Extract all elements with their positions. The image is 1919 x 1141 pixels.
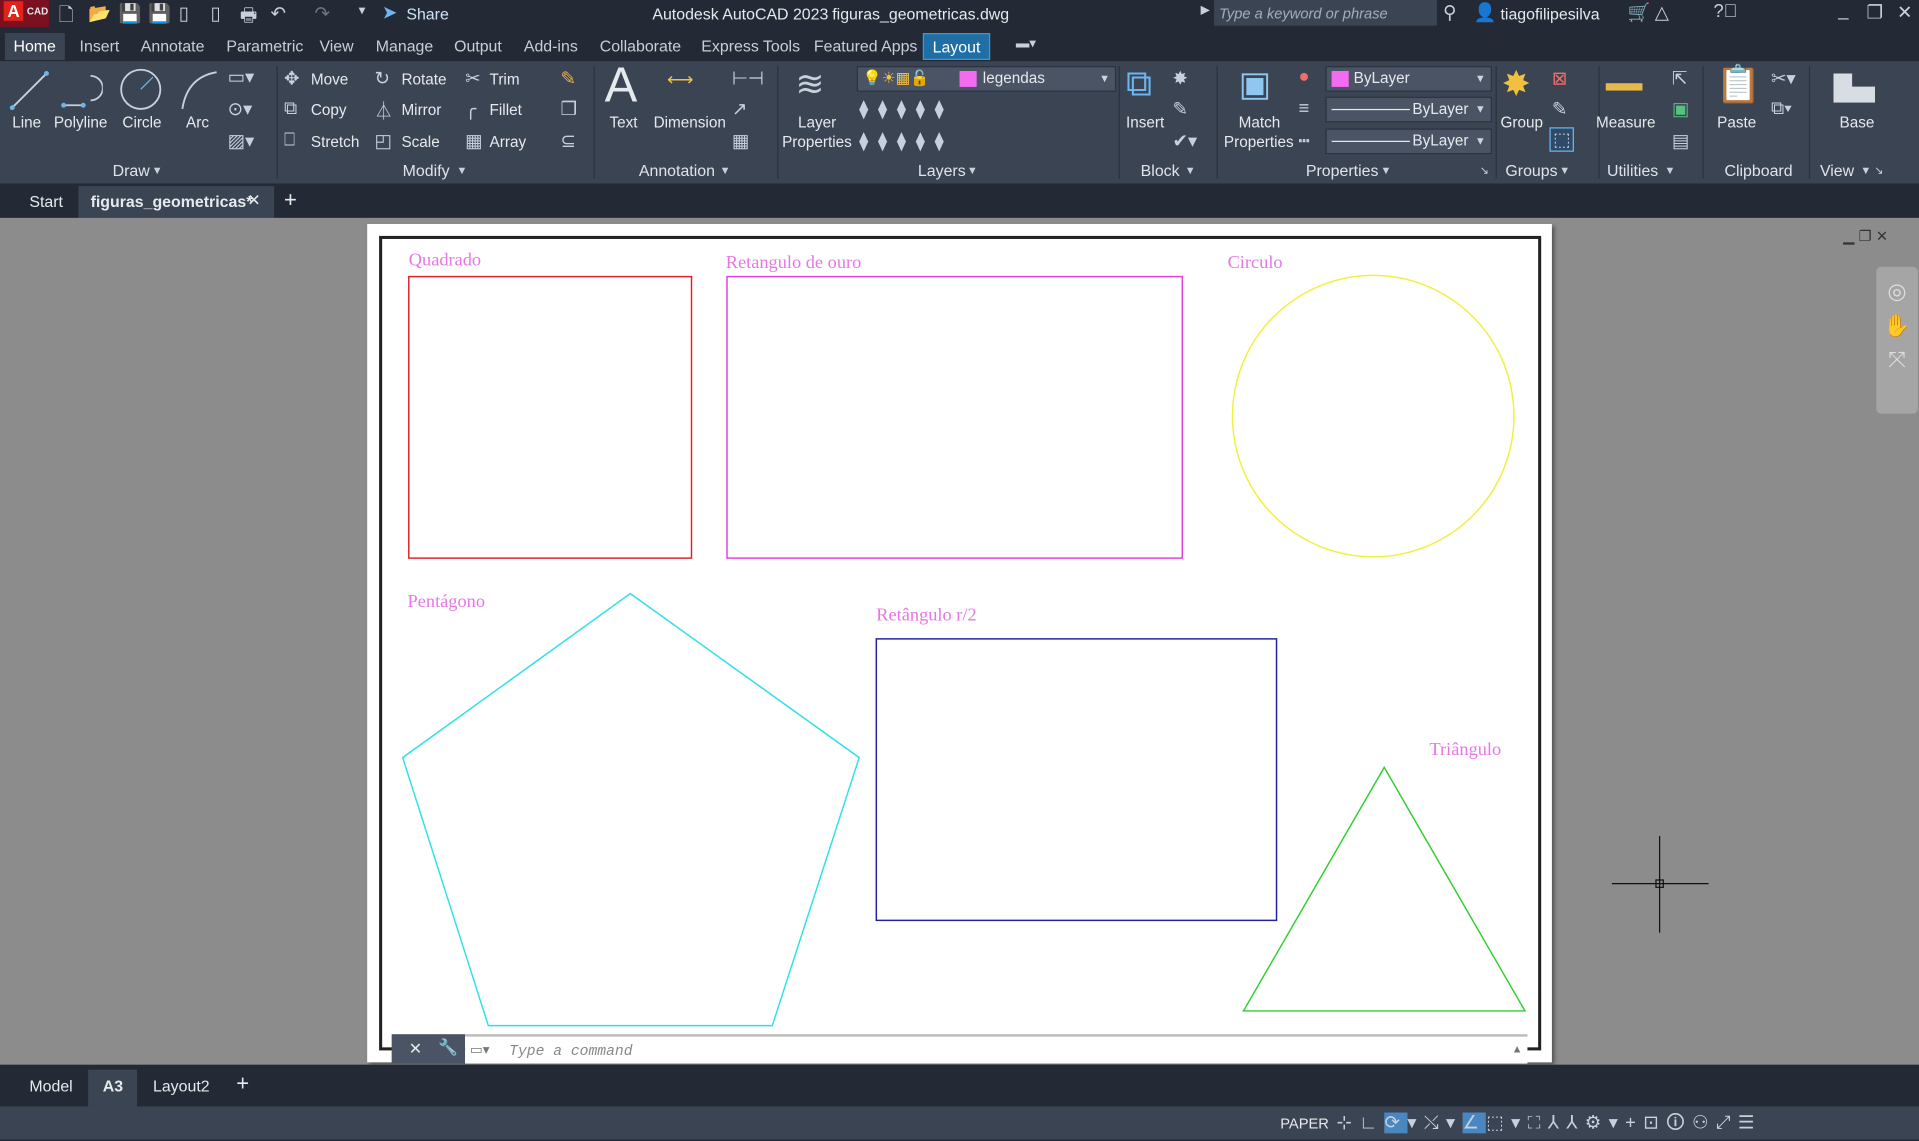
label-quadrado[interactable]: Quadrado <box>409 250 481 270</box>
close-command-icon[interactable]: ✕ <box>409 1039 422 1059</box>
customize-wrench-icon[interactable]: 🔧 <box>438 1038 458 1058</box>
command-line-tools: ✕ 🔧 <box>391 1034 466 1064</box>
layout-tabs: Model A3 Layout2 + <box>0 1064 1919 1107</box>
tab-layout2[interactable]: Layout2 <box>153 1077 210 1095</box>
zoom-extents-icon[interactable]: ⤧ <box>1876 343 1918 377</box>
tab-a3[interactable]: A3 <box>88 1069 138 1107</box>
new-layout-icon[interactable]: + <box>236 1071 249 1097</box>
triangle-shape[interactable] <box>1242 765 1527 1012</box>
drawing: Quadrado Retangulo de ouro Circulo Pentá… <box>379 235 1709 1051</box>
command-history-icon[interactable]: ▭▾ <box>470 1042 489 1058</box>
paper-space-toggle[interactable]: PAPER <box>1280 1115 1329 1132</box>
viewport-border <box>379 235 1542 1051</box>
label-triangulo[interactable]: Triângulo <box>1430 739 1502 759</box>
rectangle-r2-shape[interactable] <box>875 638 1278 922</box>
viewport-controls-icon[interactable]: ▁ ❐ ✕ <box>1843 228 1888 245</box>
command-input[interactable]: ▭▾ Type a command ▲ <box>465 1034 1528 1064</box>
label-circulo[interactable]: Circulo <box>1228 252 1283 272</box>
steering-wheel-icon[interactable]: ◎ <box>1876 274 1918 308</box>
polar-tracking-icon[interactable]: ⟳ <box>1385 1112 1408 1134</box>
pentagon-shape[interactable] <box>401 592 861 1027</box>
status-tool-icons[interactable]: ⊹∟⟳▾⤯▾∠⬚▾⛶⅄⅄⚙▾+⊡🛈⚇⤢☰ <box>1336 1110 1761 1141</box>
tab-label: A3 <box>102 1077 124 1096</box>
command-expand-icon[interactable]: ▲ <box>1512 1043 1523 1055</box>
label-retangulo-r2[interactable]: Retângulo r/2 <box>876 605 976 625</box>
isodraft-icon[interactable]: ∠ <box>1462 1112 1487 1134</box>
pan-icon[interactable]: ✋ <box>1876 308 1918 342</box>
navigation-bar[interactable]: ◎ ✋ ⤧ <box>1876 266 1918 414</box>
tab-model[interactable]: Model <box>29 1077 72 1095</box>
command-placeholder: Type a command <box>509 1042 633 1060</box>
status-bar: PAPER ⊹∟⟳▾⤯▾∠⬚▾⛶⅄⅄⚙▾+⊡🛈⚇⤢☰ <box>0 1106 1919 1141</box>
square-shape[interactable] <box>408 275 693 559</box>
crosshair-cursor <box>1611 835 1709 933</box>
label-retangulo-ouro[interactable]: Retangulo de ouro <box>726 252 862 272</box>
label-pentagono[interactable]: Pentágono <box>408 591 485 611</box>
golden-rectangle-shape[interactable] <box>726 275 1184 559</box>
circle-shape[interactable] <box>1231 274 1515 558</box>
